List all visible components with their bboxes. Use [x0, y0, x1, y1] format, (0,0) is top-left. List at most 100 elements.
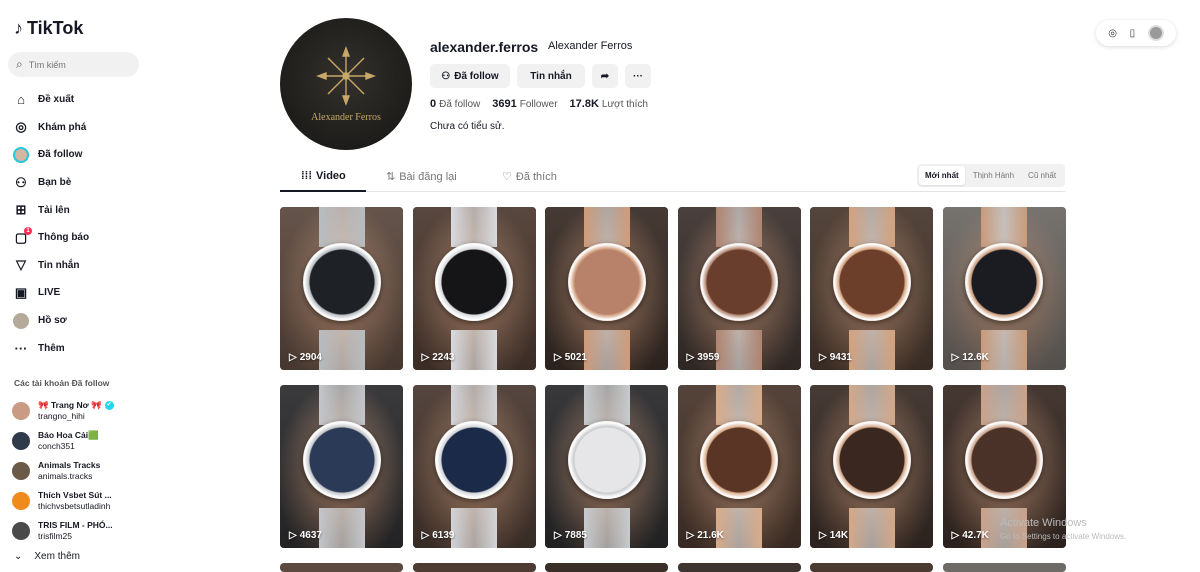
video-thumbnail[interactable]: ▷ 21.6K	[677, 385, 801, 548]
account-name: Animals Tracks	[38, 460, 101, 470]
stat-item[interactable]: 3691 Follower	[492, 98, 557, 110]
account-text: Thích Vsbet Sút ... thichvsbetsutladinh	[38, 490, 112, 512]
sidebar-item-label: Thêm	[38, 342, 65, 354]
sort-popular[interactable]: Thịnh Hành	[967, 166, 1020, 185]
account-name-row: 🎀 Trang Nơ 🎀 ✔	[38, 400, 114, 411]
watch-face	[965, 420, 1043, 499]
tab-video[interactable]: ⁞⁞⁞ Video	[301, 170, 346, 182]
video-thumbnail[interactable]	[942, 563, 1066, 572]
view-count-value: 4637	[299, 530, 322, 541]
tiktok-logo[interactable]: ♪ TikTok	[14, 18, 83, 39]
watch-face	[435, 242, 513, 321]
watch-face	[567, 420, 646, 499]
play-icon: ▷	[686, 530, 695, 541]
following-button[interactable]: ⚇ Đã follow	[430, 64, 510, 88]
tab-reposts[interactable]: ⇅ Bài đăng lại	[386, 170, 457, 184]
following-avatar	[12, 146, 30, 164]
following-account[interactable]: Animals Tracks animals.tracks	[12, 456, 142, 486]
user-avatar[interactable]	[1147, 25, 1164, 41]
following-account[interactable]: 🎀 Trang Nơ 🎀 ✔ trangno_hihi	[12, 396, 142, 426]
share-icon: ➦	[600, 70, 610, 82]
video-thumbnail[interactable]: ▷ 14K	[810, 385, 933, 548]
video-thumbnail[interactable]: ▷ 3959	[677, 207, 801, 370]
sidebar-item-3[interactable]: ⚇ Bạn bè	[12, 169, 142, 197]
sidebar-item-label: Tin nhắn	[38, 259, 80, 271]
account-avatar	[12, 492, 30, 510]
video-thumbnail[interactable]: ▷ 5021	[545, 207, 668, 370]
watch-strap	[716, 330, 762, 370]
sidebar-item-2[interactable]: Đã follow	[12, 141, 142, 169]
top-right-toolbar: ◎ ▯	[1096, 20, 1176, 46]
stat-label: Đã follow	[439, 99, 481, 110]
more-options-button[interactable]: ···	[625, 64, 651, 88]
view-count-value: 3959	[697, 352, 720, 363]
upload-icon: ⊞	[15, 202, 27, 218]
account-name: 🎀 Trang Nơ 🎀	[38, 400, 102, 410]
watch-strap	[318, 330, 365, 370]
sidebar-item-7[interactable]: ▣ LIVE	[12, 279, 142, 307]
search-input[interactable]	[28, 59, 119, 70]
sidebar: ♪ TikTok ⌕ ⌂ Đề xuất ◎ Khám phá Đã follow ⚇ Bạ…	[0, 0, 150, 572]
play-icon: ▷	[421, 352, 430, 363]
watch-strap	[716, 508, 762, 548]
video-thumbnail[interactable]	[545, 563, 668, 572]
following-account[interactable]: Báo Hoa Cải🟩 conch351	[12, 426, 142, 456]
video-thumbnail[interactable]: ▷ 6139	[412, 385, 536, 548]
video-thumbnail[interactable]: ▷ 9431	[810, 207, 933, 370]
video-thumbnail[interactable]: ▷ 7885	[545, 385, 668, 548]
play-icon: ▷	[686, 352, 695, 363]
video-thumbnail[interactable]	[810, 563, 933, 572]
see-more-button[interactable]: ⌄ Xem thêm	[14, 551, 80, 562]
message-button[interactable]: Tin nhắn	[517, 64, 585, 88]
watch-strap	[451, 508, 497, 548]
sidebar-item-8[interactable]: Hồ sơ	[12, 307, 142, 335]
account-handle: trisfilm25	[38, 531, 73, 541]
search-bar[interactable]: ⌕	[8, 52, 139, 77]
video-thumbnail[interactable]	[280, 563, 403, 572]
heart-icon: ♡	[502, 171, 512, 183]
following-account[interactable]: Thích Vsbet Sút ... thichvsbetsutladinh	[12, 486, 142, 516]
tab-liked[interactable]: ♡ Đã thích	[502, 170, 557, 184]
search-icon[interactable]: ⌕	[16, 57, 23, 72]
coin-icon[interactable]: ◎	[1108, 28, 1117, 39]
stat-value: 0	[430, 98, 437, 110]
account-name-row: Báo Hoa Cải🟩	[38, 430, 99, 441]
view-count-value: 6139	[432, 530, 455, 541]
profile-avatar-image	[13, 312, 29, 329]
view-count: ▷ 2904	[289, 352, 322, 363]
view-count-value: 14K	[829, 530, 849, 541]
play-icon: ▷	[819, 352, 827, 363]
watch-strap	[716, 385, 762, 425]
sort-newest[interactable]: Mới nhất	[919, 166, 965, 185]
sidebar-item-6[interactable]: ▽ Tin nhắn	[12, 252, 142, 280]
stat-label: Follower	[519, 99, 558, 110]
sidebar-item-4[interactable]: ⊞ Tải lên	[12, 196, 142, 224]
account-handle: animals.tracks	[38, 471, 93, 481]
following-account[interactable]: TRIS FILM - PHÓ... trisfilm25	[12, 516, 142, 546]
video-thumbnail[interactable]: ▷ 2243	[412, 207, 536, 370]
share-button[interactable]: ➦	[592, 64, 618, 88]
sidebar-item-9[interactable]: ··· Thêm	[12, 334, 142, 362]
watch-face	[567, 242, 646, 321]
user-check-icon: ⚇	[441, 70, 451, 82]
sidebar-item-1[interactable]: ◎ Khám phá	[12, 114, 142, 142]
chevron-down-icon: ⌄	[14, 551, 23, 562]
watch-face	[965, 242, 1043, 321]
video-thumbnail[interactable]: ▷ 4637	[280, 385, 403, 548]
sidebar-nav: ⌂ Đề xuất ◎ Khám phá Đã follow ⚇ Bạn bè ⊞ Tải lê…	[12, 86, 142, 362]
stat-item[interactable]: 17.8K Lượt thích	[570, 98, 648, 110]
sidebar-item-0[interactable]: ⌂ Đề xuất	[12, 86, 142, 114]
sidebar-item-5[interactable]: ▢ 1 Thông báo	[12, 224, 142, 252]
sort-oldest[interactable]: Cũ nhất	[1022, 166, 1062, 185]
stat-item[interactable]: 0 Đã follow	[430, 98, 480, 110]
video-thumbnail[interactable]	[412, 563, 536, 572]
view-count-value: 12.6K	[962, 352, 989, 363]
mobile-icon[interactable]: ▯	[1130, 28, 1136, 39]
video-thumbnail[interactable]	[677, 563, 801, 572]
video-thumbnail[interactable]: ▷ 12.6K	[942, 207, 1066, 370]
video-thumbnail[interactable]: ▷ 2904	[280, 207, 403, 370]
sidebar-item-label: Đã follow	[38, 149, 83, 161]
brand-text: Alexander Ferros	[311, 111, 381, 123]
account-name-row: Animals Tracks	[38, 460, 100, 471]
brand-logo-icon	[316, 45, 376, 106]
